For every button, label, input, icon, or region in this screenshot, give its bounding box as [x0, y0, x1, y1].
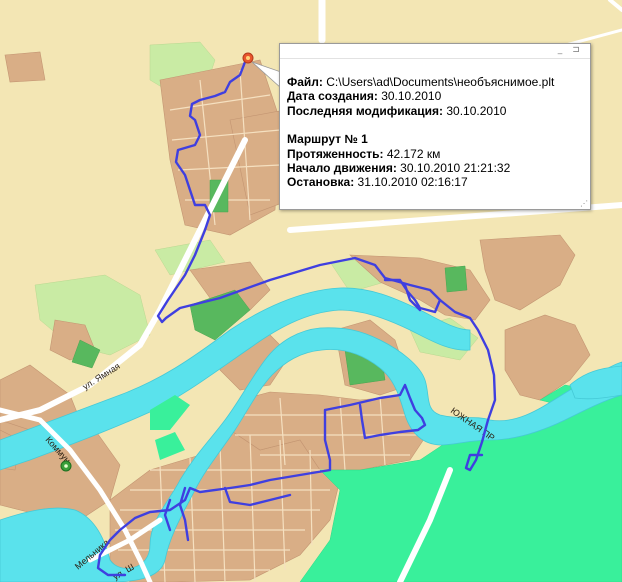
stop-value: 31.10.2010 02:16:17 — [357, 175, 468, 190]
popup-titlebar[interactable]: _ ⊐ — [280, 44, 590, 59]
start-value: 30.10.2010 21:21:32 — [400, 161, 511, 176]
route-label: Маршрут № 1 — [287, 132, 368, 147]
minimize-icon[interactable]: _ — [554, 45, 566, 56]
route-row: Маршрут № 1 — [287, 132, 590, 146]
file-label: Файл: — [287, 75, 323, 89]
resize-grip-icon[interactable]: ⋰ — [580, 199, 588, 208]
route-start-marker[interactable] — [242, 52, 254, 64]
modified-row: Последняя модификация: 30.10.2010 — [287, 104, 590, 118]
length-value: 42.172 км — [386, 146, 441, 161]
length-row: Протяженность: 42.172 км — [287, 147, 590, 161]
created-label: Дата создания: — [287, 89, 378, 104]
track-info-popup[interactable]: _ ⊐ Файл: C:\Users\ad\Documents\необъясн… — [279, 43, 591, 210]
route-end-marker[interactable] — [60, 460, 72, 472]
modified-label: Последняя модификация: — [287, 103, 444, 118]
file-value: C:\Users\ad\Documents\необъяснимое.plt — [326, 75, 555, 89]
modified-value: 30.10.2010 — [446, 103, 507, 118]
start-label: Начало движения: — [287, 161, 397, 176]
start-row: Начало движения: 30.10.2010 21:21:32 — [287, 161, 590, 175]
stop-label: Остановка: — [287, 175, 355, 190]
pin-icon[interactable]: ⊐ — [570, 45, 582, 56]
created-row: Дата создания: 30.10.2010 — [287, 89, 590, 103]
file-row: Файл: C:\Users\ad\Documents\необъяснимое… — [287, 75, 590, 89]
length-label: Протяженность: — [287, 146, 384, 161]
stop-row: Остановка: 31.10.2010 02:16:17 — [287, 175, 590, 189]
popup-content: Файл: C:\Users\ad\Documents\необъяснимое… — [280, 59, 590, 190]
created-value: 30.10.2010 — [381, 89, 442, 104]
